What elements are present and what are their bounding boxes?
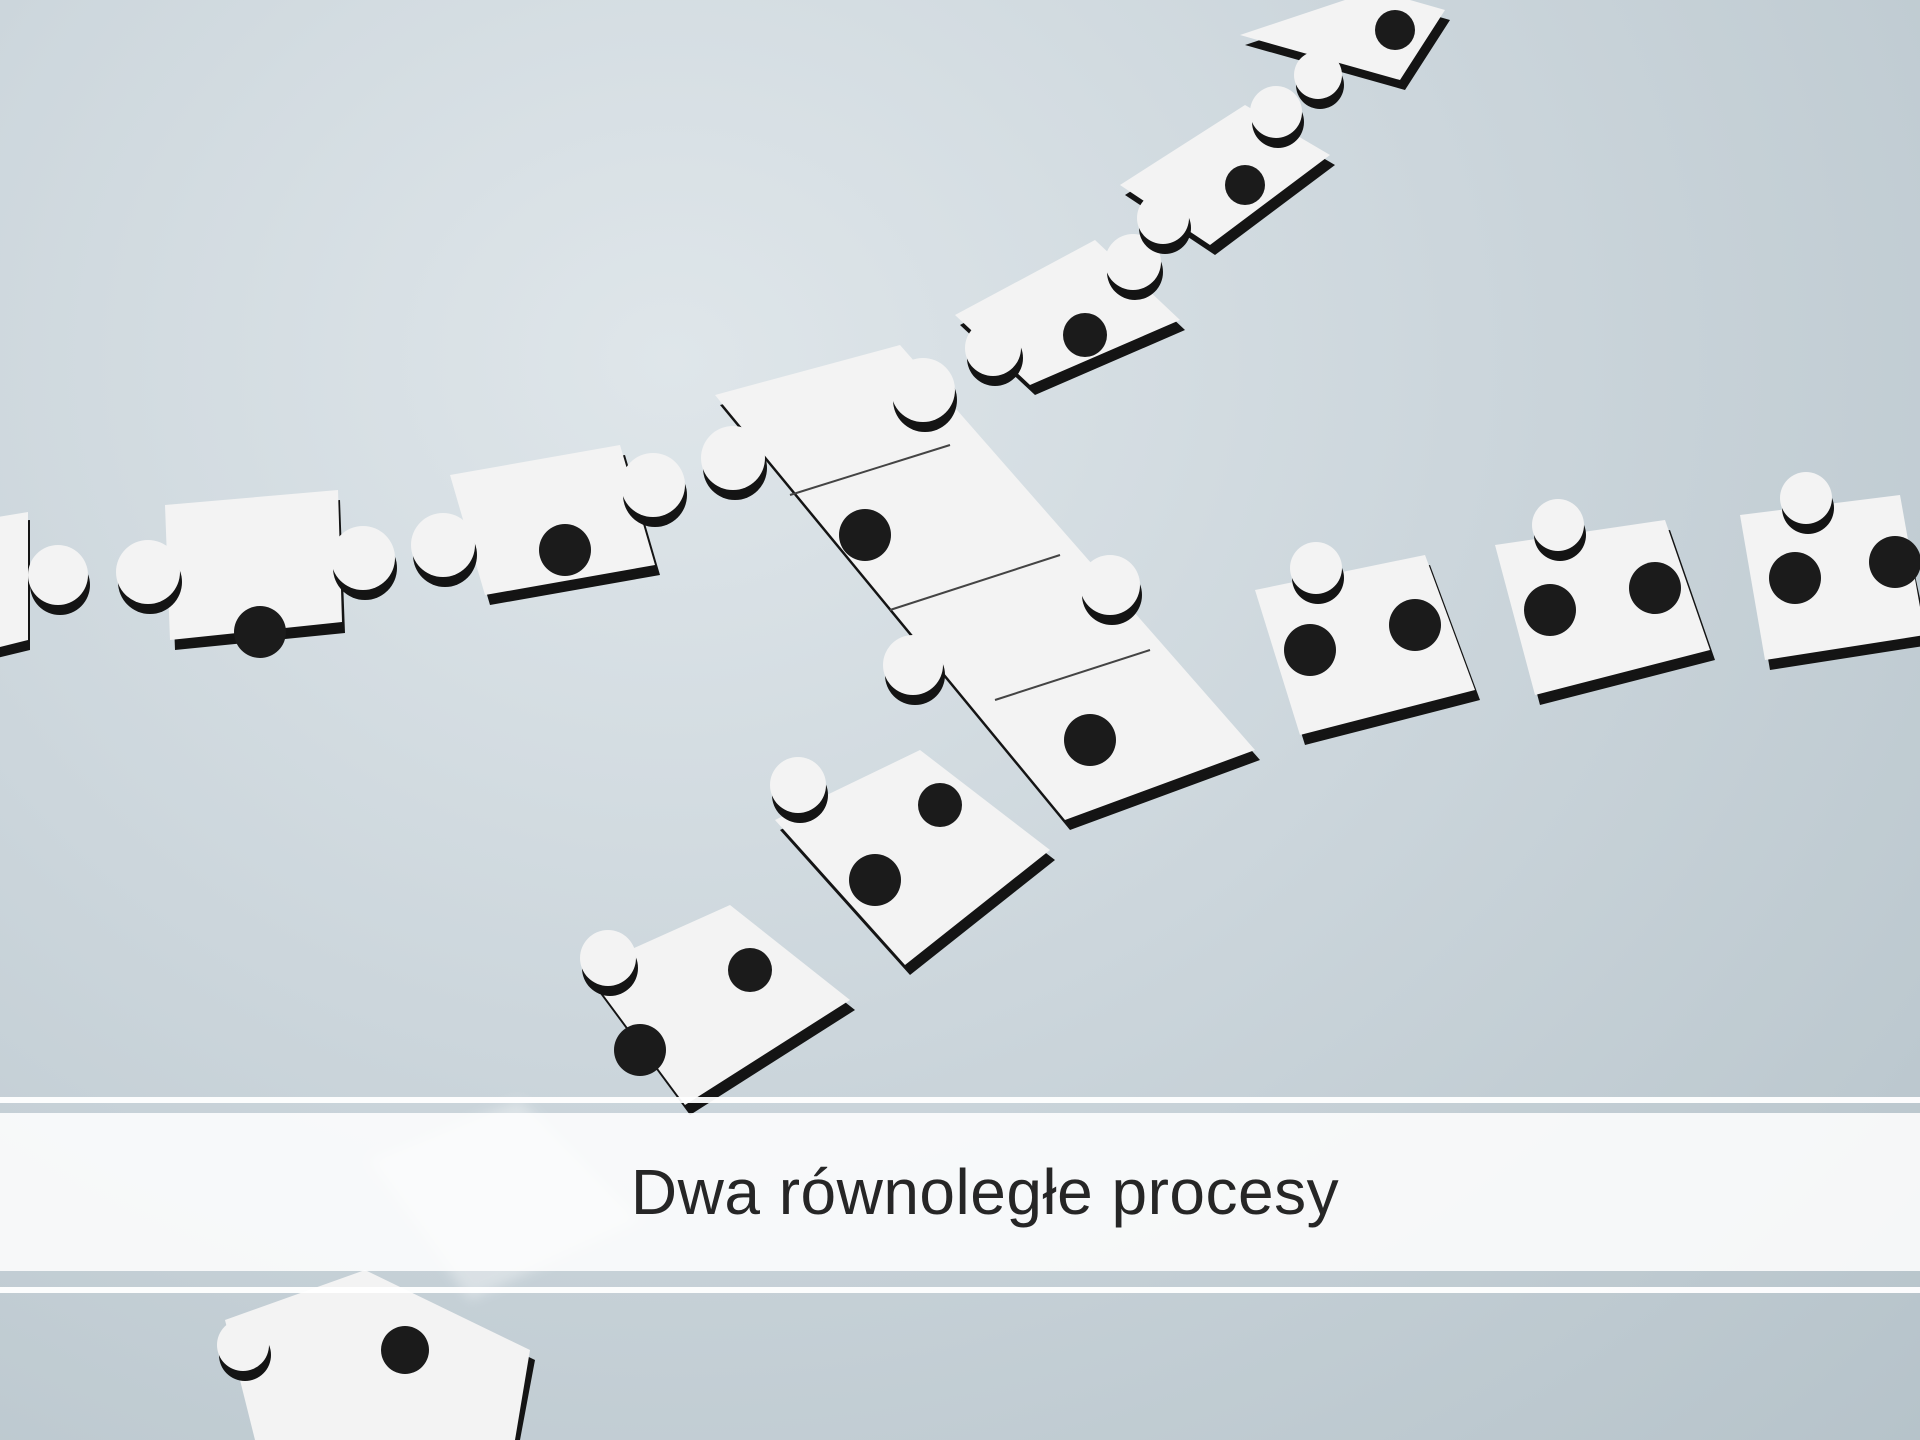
puzzle-piece [770, 750, 1055, 975]
puzzle-piece [1740, 472, 1920, 670]
puzzle-piece [217, 1270, 535, 1440]
puzzle-piece-joined [701, 345, 1260, 830]
slide: Dwa równoległe procesy [0, 0, 1920, 1440]
puzzle-piece [1495, 499, 1715, 705]
puzzle-piece [1255, 542, 1480, 745]
puzzle-piece [955, 234, 1185, 395]
band-bottom-line [0, 1287, 1920, 1293]
band-top-line [0, 1097, 1920, 1103]
puzzle-piece [116, 490, 397, 658]
puzzle-piece [411, 445, 687, 605]
slide-title: Dwa równoległe procesy [630, 1156, 1340, 1228]
puzzle-piece [580, 905, 855, 1115]
puzzle-piece [1120, 86, 1335, 255]
title-band: Dwa równoległe procesy [0, 1097, 1920, 1293]
puzzle-piece [0, 512, 90, 658]
title-band-fill: Dwa równoległe procesy [0, 1113, 1920, 1271]
